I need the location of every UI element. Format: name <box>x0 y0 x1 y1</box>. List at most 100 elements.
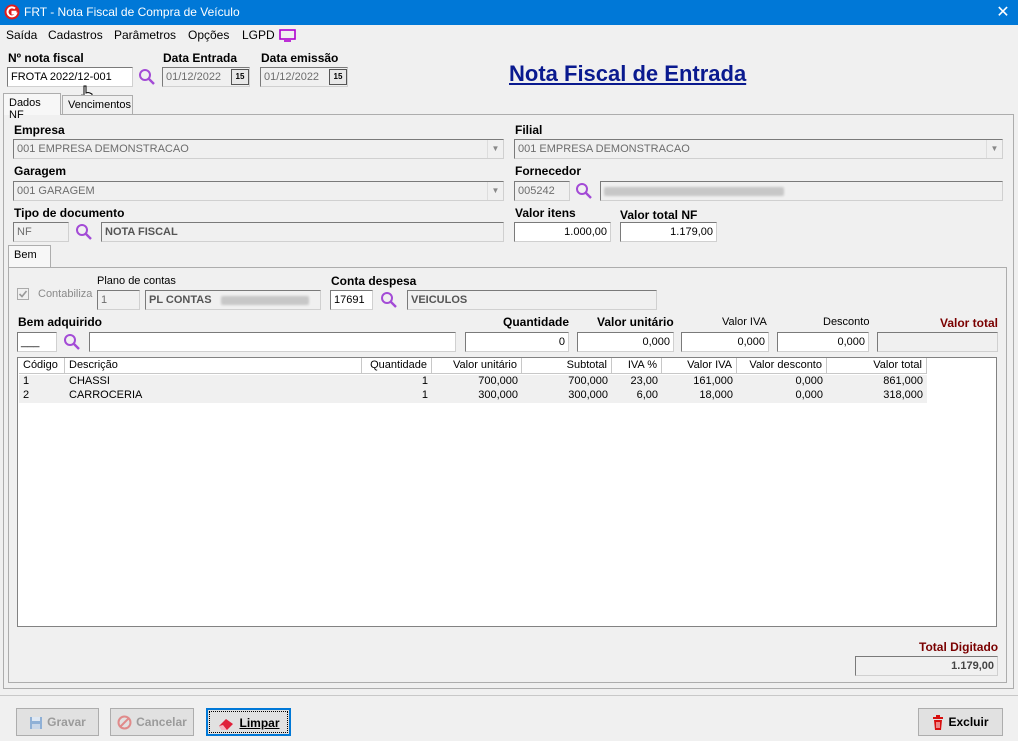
search-icon[interactable] <box>575 182 593 200</box>
bem-desc-input[interactable] <box>89 332 456 352</box>
redacted-text <box>604 186 784 196</box>
tab-bem[interactable]: Bem <box>8 245 51 267</box>
cell-quantidade: 1 <box>421 389 428 401</box>
cell-valor-unitario: 700,000 <box>478 375 518 387</box>
tab-dados-nf[interactable]: Dados NF <box>3 93 61 121</box>
conta-desc: VEICULOS <box>407 290 657 310</box>
plano-desc-value: PL CONTAS <box>149 294 212 306</box>
contabiliza-checkbox[interactable] <box>17 288 29 300</box>
cell-valor-total: 861,000 <box>883 375 923 387</box>
garagem-label: Garagem <box>14 164 67 178</box>
gravar-button[interactable]: Gravar <box>16 708 99 736</box>
plano-contas-label: Plano de contas <box>97 275 176 287</box>
limpar-label: Limpar <box>239 716 280 730</box>
fornecedor-code-input[interactable]: 005242 <box>514 181 570 201</box>
col-header-subtotal[interactable]: Subtotal <box>522 358 612 374</box>
menu-lgpd[interactable]: LGPD <box>242 28 275 42</box>
col-header-codigo[interactable]: Código <box>19 358 65 374</box>
menu-saida[interactable]: Saída <box>6 28 37 42</box>
window-title: FRT - Nota Fiscal de Compra de Veículo <box>24 5 240 19</box>
cell-quantidade: 1 <box>421 375 428 387</box>
cell-subtotal: 300,000 <box>568 389 608 401</box>
quantidade-input[interactable]: 0 <box>465 332 569 352</box>
menu-parametros[interactable]: Parâmetros <box>114 28 176 42</box>
cell-codigo: 2 <box>23 389 30 401</box>
col-header-valor-desconto[interactable]: Valor desconto <box>737 358 827 374</box>
filial-label: Filial <box>515 123 543 137</box>
total-digitado-label: Total Digitado <box>919 640 999 654</box>
empresa-label: Empresa <box>14 123 65 137</box>
valor-itens-input[interactable]: 1.000,00 <box>514 222 611 242</box>
valor-unitario-input[interactable]: 0,000 <box>577 332 674 352</box>
col-header-valor-total[interactable]: Valor total <box>827 358 927 374</box>
valor-unitario-label: Valor unitário <box>597 315 674 329</box>
chevron-down-icon[interactable]: ▼ <box>487 140 503 158</box>
valor-total-nf-label: Valor total NF <box>620 208 698 222</box>
empresa-select[interactable]: 001 EMPRESA DEMONSTRACAO ▼ <box>13 139 504 159</box>
limpar-button[interactable]: Limpar <box>206 708 291 736</box>
contabiliza-label: Contabiliza <box>38 288 93 300</box>
redacted-text <box>220 295 309 305</box>
cell-valor-total: 318,000 <box>883 389 923 401</box>
chevron-down-icon[interactable]: ▼ <box>487 182 503 200</box>
cell-valor-iva: 161,000 <box>693 375 733 387</box>
search-icon[interactable] <box>380 291 398 309</box>
fornecedor-name-input <box>600 181 1003 201</box>
total-digitado-value: 1.179,00 <box>855 656 998 676</box>
valor-total-input <box>877 332 998 352</box>
conta-despesa-label: Conta despesa <box>331 274 417 288</box>
items-table[interactable]: Código Descrição Quantidade Valor unitár… <box>17 357 997 627</box>
cancel-icon <box>117 715 132 730</box>
page-title: Nota Fiscal de Entrada <box>509 61 747 86</box>
search-icon[interactable] <box>63 333 81 351</box>
valor-total-nf-input[interactable]: 1.179,00 <box>620 222 717 242</box>
cell-iva-pct: 23,00 <box>630 375 658 387</box>
save-icon <box>30 716 43 729</box>
nota-input[interactable]: FROTA 2022/12-001 <box>7 67 133 87</box>
cancelar-label: Cancelar <box>136 715 187 729</box>
valor-total-label: Valor total <box>940 316 999 330</box>
calendar-icon[interactable]: 15 <box>231 69 249 85</box>
bem-code-input[interactable]: ___ <box>17 332 57 352</box>
search-icon[interactable] <box>75 223 93 241</box>
col-header-iva-pct[interactable]: IVA % <box>612 358 662 374</box>
chevron-down-icon[interactable]: ▼ <box>986 140 1002 158</box>
garagem-select[interactable]: 001 GARAGEM ▼ <box>13 181 504 201</box>
desconto-input[interactable]: 0,000 <box>777 332 869 352</box>
col-header-valor-unitario[interactable]: Valor unitário <box>432 358 522 374</box>
valor-iva-input[interactable]: 0,000 <box>681 332 769 352</box>
data-emissao-label: Data emissão <box>261 51 339 65</box>
valor-itens-label: Valor itens <box>515 206 576 220</box>
monitor-icon[interactable] <box>279 29 296 42</box>
nota-label: Nº nota fiscal <box>8 51 84 65</box>
close-icon[interactable]: ✕ <box>994 2 1012 22</box>
tab-vencimentos[interactable]: Vencimentos <box>62 95 133 115</box>
menu-opcoes[interactable]: Opções <box>188 28 229 42</box>
col-header-valor-iva[interactable]: Valor IVA <box>662 358 737 374</box>
cell-descricao: CARROCERIA <box>69 389 143 401</box>
menu-cadastros[interactable]: Cadastros <box>48 28 103 42</box>
col-header-quantidade[interactable]: Quantidade <box>362 358 432 374</box>
cell-iva-pct: 6,00 <box>636 389 658 401</box>
calendar-icon[interactable]: 15 <box>329 69 347 85</box>
fornecedor-label: Fornecedor <box>515 164 582 178</box>
tipo-doc-label: Tipo de documento <box>14 206 125 220</box>
search-icon[interactable] <box>138 68 156 86</box>
tipo-doc-code-input[interactable]: NF <box>13 222 69 242</box>
filial-select[interactable]: 001 EMPRESA DEMONSTRACAO ▼ <box>514 139 1003 159</box>
cell-valor-desconto: 0,000 <box>795 389 823 401</box>
eraser-icon <box>219 718 234 730</box>
plano-desc: PL CONTAS <box>145 290 321 310</box>
menu-bar: Saída Cadastros Parâmetros Opções LGPD <box>0 25 1018 45</box>
filial-value: 001 EMPRESA DEMONSTRACAO <box>518 143 690 155</box>
bem-adquirido-label: Bem adquirido <box>18 315 103 329</box>
data-entrada-label: Data Entrada <box>163 51 238 65</box>
cancelar-button[interactable]: Cancelar <box>110 708 194 736</box>
trash-icon <box>933 715 944 731</box>
app-logo-icon <box>4 4 20 20</box>
conta-code-input[interactable]: 17691 <box>330 290 373 310</box>
data-entrada-value: 01/12/2022 <box>166 71 222 83</box>
plano-code-input: 1 <box>97 290 140 310</box>
excluir-button[interactable]: Excluir <box>918 708 1003 736</box>
col-header-descricao[interactable]: Descrição <box>65 358 362 374</box>
